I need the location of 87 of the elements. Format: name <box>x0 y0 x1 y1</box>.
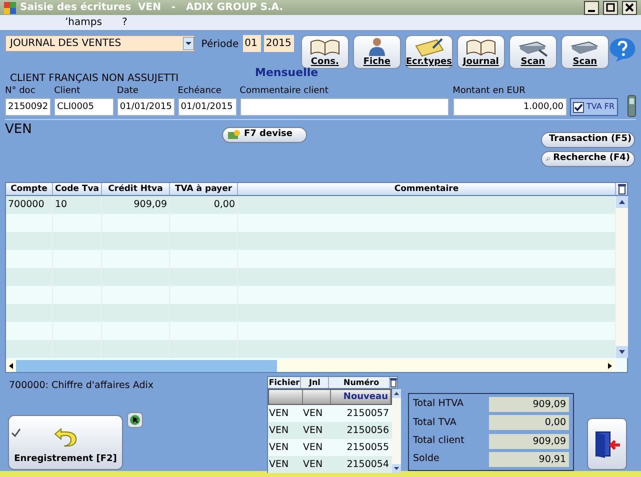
table-cell[interactable]: VEN <box>302 422 330 439</box>
input-field[interactable] <box>240 98 449 116</box>
vertical-scrollbar[interactable] <box>392 389 401 473</box>
toolbar-button[interactable]: Scan <box>560 35 609 69</box>
window-close-button[interactable] <box>622 0 637 14</box>
month-field[interactable]: 01 <box>242 35 261 52</box>
vertical-scrollbar[interactable] <box>616 196 628 358</box>
table-cell[interactable]: 2150057 <box>330 405 392 422</box>
check-icon <box>574 102 583 112</box>
phone-icon <box>626 94 636 118</box>
search-button[interactable]: Recherche (F4) <box>541 151 635 167</box>
door-exit-icon <box>593 430 621 458</box>
trash-icon <box>617 183 627 195</box>
table-cell[interactable]: 2150056 <box>330 422 392 439</box>
field-label: Montant en EUR <box>452 85 526 98</box>
trash-icon <box>390 377 397 388</box>
field-label: Client <box>54 85 82 98</box>
table-cell[interactable]: VEN <box>302 456 330 473</box>
help-icon <box>608 36 636 64</box>
period-label: Période <box>201 38 239 52</box>
pointer-button[interactable] <box>127 412 143 428</box>
column-header[interactable]: Compte <box>6 183 53 195</box>
scroll-up-icon <box>392 389 401 398</box>
total-label: Solde <box>413 452 440 466</box>
input-field[interactable]: 2150092 <box>5 98 52 116</box>
cursor-icon <box>130 415 140 425</box>
column-header[interactable]: Crédit Htva <box>102 183 170 195</box>
field-label: Date <box>116 85 140 98</box>
money-icon <box>227 129 241 141</box>
table-cell[interactable]: VEN <box>268 405 302 422</box>
year-field[interactable]: 2015 <box>264 35 294 52</box>
total-label: Total TVA <box>413 416 456 430</box>
minimize-icon <box>588 10 595 12</box>
exit-button[interactable] <box>587 418 627 470</box>
table-cell[interactable]: VEN <box>268 422 302 439</box>
scroll-down-icon <box>616 346 628 358</box>
account-info: 700000: Chiffre d'affaires Adix <box>9 379 154 393</box>
table-cell[interactable]: 2150054 <box>330 456 392 473</box>
input-field[interactable]: 1.000,00 <box>452 98 567 116</box>
dropdown-arrow-icon <box>183 37 194 50</box>
input-field[interactable]: 01/01/2015 <box>178 98 237 116</box>
maximize-icon <box>606 3 615 12</box>
toolbar-button[interactable]: Journal <box>456 35 505 69</box>
window-title: Saisie des écritures VEN - ADIX GROUP S.A. <box>20 1 284 15</box>
app-icon <box>4 2 16 14</box>
toolbar-button[interactable]: Cons. <box>300 35 349 69</box>
tva-fr-checkbox[interactable]: TVA FR <box>570 98 618 116</box>
column-header[interactable]: Fichier <box>268 377 302 388</box>
table-cell[interactable]: VEN <box>268 456 302 473</box>
client-type-label: CLIENT FRANÇAIS NON ASSUJETTI <box>10 72 179 86</box>
check-icon <box>11 428 21 438</box>
journal-select[interactable]: JOURNAL DES VENTES <box>5 35 196 52</box>
field-label: Echéance <box>178 84 222 98</box>
window-maximize-button[interactable] <box>603 0 618 14</box>
menu-item[interactable]: ? <box>122 15 128 30</box>
column-header[interactable]: Code Tva <box>53 183 102 195</box>
save-button[interactable]: Enregistrement [F2] <box>8 415 123 470</box>
table-cell[interactable]: VEN <box>302 405 330 422</box>
total-label: Total client <box>413 434 464 448</box>
close-icon <box>625 3 634 12</box>
input-field[interactable]: 01/01/2015 <box>116 98 175 116</box>
toolbar-button[interactable]: Ecr.types <box>404 35 453 69</box>
toolbar-button[interactable]: Scan <box>508 35 557 69</box>
total-value: 909,09 <box>489 434 569 449</box>
total-value: 0,00 <box>489 415 569 430</box>
field-label: N° doc <box>5 85 36 98</box>
scroll-up-icon <box>616 196 628 208</box>
total-value: 909,09 <box>489 397 569 412</box>
table-cell[interactable]: VEN <box>268 439 302 456</box>
table-cell[interactable]: 2150055 <box>330 439 392 456</box>
scroll-down-icon <box>392 464 401 473</box>
currency-button[interactable]: F7 devise <box>222 127 307 143</box>
column-header[interactable]: TVA à payer <box>170 183 238 195</box>
horizontal-scrollbar[interactable] <box>6 360 615 372</box>
toolbar-button[interactable]: Fiche <box>352 35 401 69</box>
field-label: Commentaire client <box>240 85 330 98</box>
input-field[interactable]: CLI0005 <box>54 98 114 116</box>
section-title: VEN <box>5 121 32 139</box>
column-header[interactable]: Commentaire <box>238 183 616 195</box>
table-cell[interactable]: VEN <box>302 439 330 456</box>
total-value: 90,91 <box>489 452 569 467</box>
menu-item[interactable]: ʼhamps <box>65 15 102 30</box>
transaction-button[interactable]: Transaction (F5) <box>541 132 635 148</box>
window-minimize-button[interactable] <box>584 0 599 14</box>
paper-pen-icon <box>412 36 445 57</box>
total-label: Total HTVA <box>413 397 464 412</box>
column-header[interactable]: Jnl <box>301 377 329 388</box>
